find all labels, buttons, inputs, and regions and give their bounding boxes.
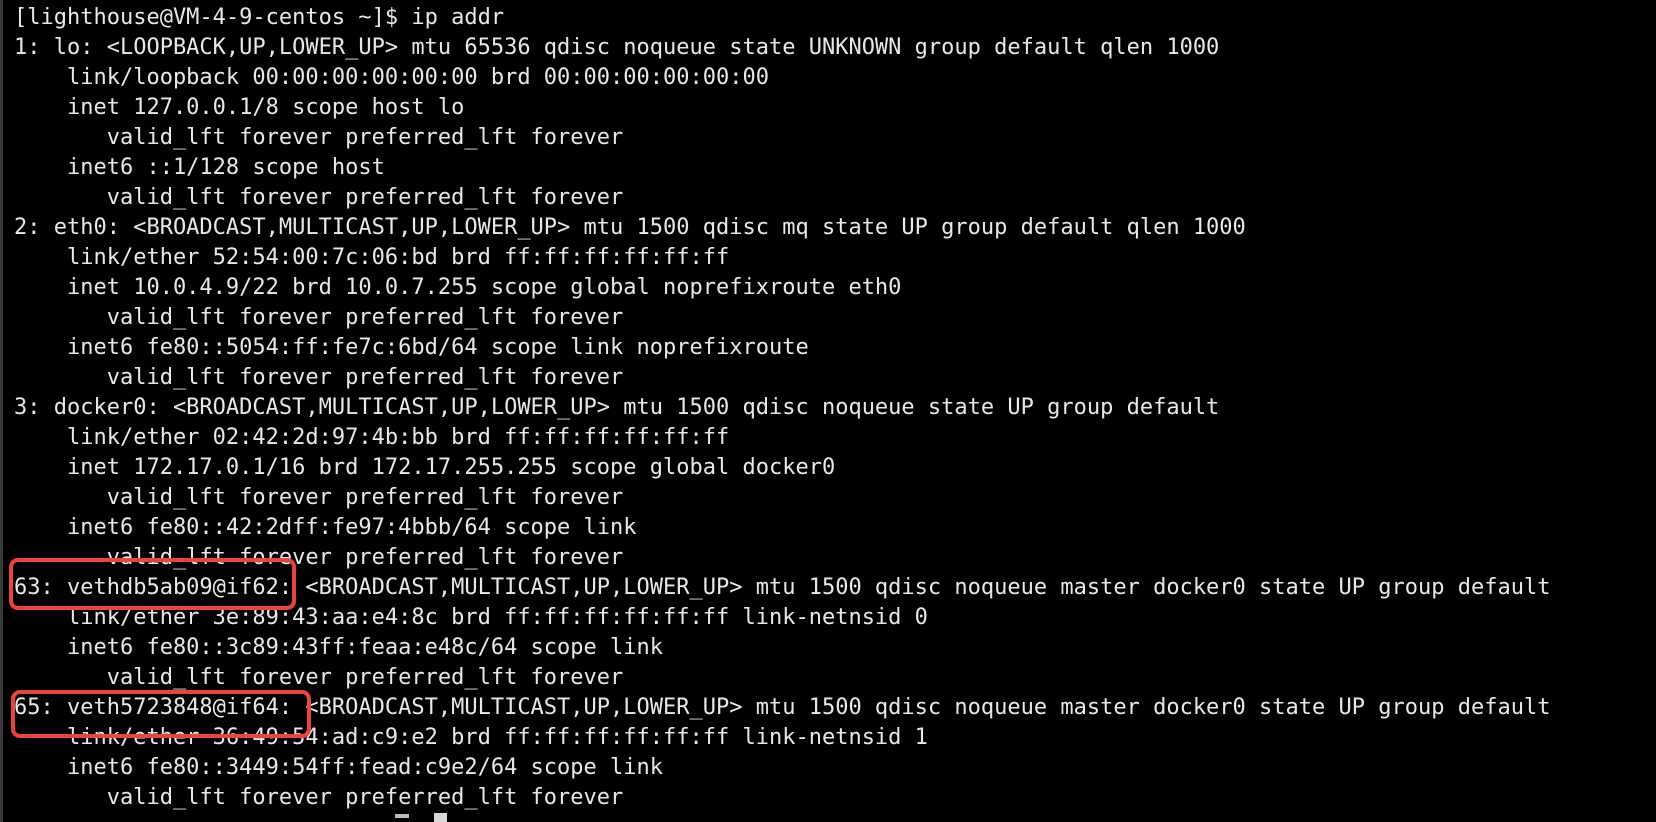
output-line: valid_lft forever preferred_lft forever xyxy=(14,185,624,210)
output-line: link/loopback 00:00:00:00:00:00 brd 00:0… xyxy=(14,65,769,90)
highlight-box-veth-if64 xyxy=(11,690,311,738)
output-line: valid_lft forever preferred_lft forever xyxy=(14,305,624,330)
output-line: valid_lft forever preferred_lft forever xyxy=(14,125,624,150)
window-edge xyxy=(0,0,3,822)
output-line: valid_lft forever preferred_lft forever xyxy=(14,785,624,810)
output-line: inet6 fe80::3c89:43ff:feaa:e48c/64 scope… xyxy=(14,635,664,660)
output-line: inet 10.0.4.9/22 brd 10.0.7.255 scope gl… xyxy=(14,275,902,300)
output-line: valid_lft forever preferred_lft forever xyxy=(14,665,624,690)
output-line: 1: lo: <LOOPBACK,UP,LOWER_UP> mtu 65536 … xyxy=(14,35,1220,60)
output-line: 3: docker0: <BROADCAST,MULTICAST,UP,LOWE… xyxy=(14,395,1220,420)
output-line: 2: eth0: <BROADCAST,MULTICAST,UP,LOWER_U… xyxy=(14,215,1246,240)
output-line: inet6 fe80::42:2dff:fe97:4bbb/64 scope l… xyxy=(14,515,637,540)
output-line: inet6 ::1/128 scope host xyxy=(14,155,385,180)
output-line: inet 127.0.0.1/8 scope host lo xyxy=(14,95,465,120)
text-cursor xyxy=(434,813,447,822)
output-line: valid_lft forever preferred_lft forever xyxy=(14,365,624,390)
terminal-window[interactable]: [lighthouse@VM-4-9-centos ~]$ ip addr 1:… xyxy=(0,0,1656,822)
output-line: inet6 fe80::3449:54ff:fead:c9e2/64 scope… xyxy=(14,755,664,780)
output-line: valid_lft forever preferred_lft forever xyxy=(14,485,624,510)
output-line: link/ether 52:54:00:7c:06:bd brd ff:ff:f… xyxy=(14,245,730,270)
highlight-box-veth-if62 xyxy=(9,558,296,610)
output-line: inet6 fe80::5054:ff:fe7c:6bd/64 scope li… xyxy=(14,335,809,360)
prompt-line: [lighthouse@VM-4-9-centos ~]$ ip addr xyxy=(14,5,505,30)
output-line: inet 172.17.0.1/16 brd 172.17.255.255 sc… xyxy=(14,455,836,480)
partial-prompt-fragment xyxy=(395,814,409,818)
output-line: link/ether 02:42:2d:97:4b:bb brd ff:ff:f… xyxy=(14,425,730,450)
